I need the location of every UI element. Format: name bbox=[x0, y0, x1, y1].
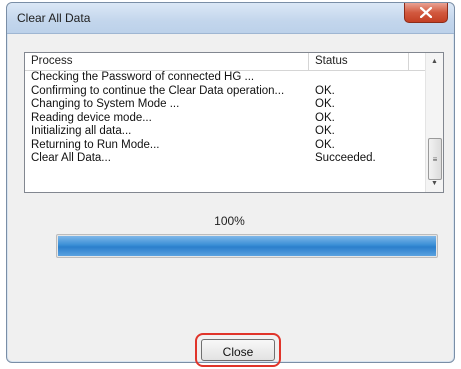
progress-bar bbox=[56, 234, 438, 258]
row-status: OK. bbox=[315, 125, 335, 137]
row-process: Confirming to continue the Clear Data op… bbox=[31, 84, 285, 97]
list-row: Checking the Password of connected HG ..… bbox=[25, 71, 426, 85]
row-process: Checking the Password of connected HG ..… bbox=[31, 71, 255, 83]
window-close-button[interactable] bbox=[404, 3, 448, 23]
row-status: OK. bbox=[315, 98, 335, 110]
row-process: Reading device mode... bbox=[31, 111, 152, 124]
scroll-up-arrow-icon[interactable]: ▲ bbox=[426, 53, 443, 70]
row-process: Changing to System Mode ... bbox=[31, 98, 180, 110]
dialog-content: Process Status Checking the Password of … bbox=[13, 36, 446, 367]
title-bar[interactable]: Clear All Data bbox=[7, 3, 454, 34]
dialog-window: Clear All Data Process Status Checking t… bbox=[6, 2, 455, 367]
list-rows: Checking the Password of connected HG ..… bbox=[25, 71, 426, 166]
row-status: Succeeded. bbox=[315, 152, 376, 164]
list-header: Process Status bbox=[25, 53, 426, 71]
row-process: Clear All Data... bbox=[31, 152, 111, 164]
list-row: Initializing all data... OK. bbox=[25, 125, 426, 139]
column-header-process[interactable]: Process bbox=[25, 53, 309, 70]
list-row: Reading device mode... OK. bbox=[25, 112, 426, 126]
progress-bar-fill bbox=[58, 236, 436, 256]
list-row: Confirming to continue the Clear Data op… bbox=[25, 85, 426, 99]
row-status: OK. bbox=[315, 138, 335, 151]
list-row: Changing to System Mode ... OK. bbox=[25, 98, 426, 112]
row-process: Initializing all data... bbox=[31, 125, 132, 137]
close-icon bbox=[420, 7, 432, 18]
scrollbar-thumb[interactable]: ≡ bbox=[428, 138, 442, 180]
vertical-scrollbar[interactable]: ▲ ≡ ▼ bbox=[425, 53, 443, 192]
row-process: Returning to Run Mode... bbox=[31, 138, 160, 151]
row-status: OK. bbox=[315, 111, 335, 124]
list-row: Returning to Run Mode... OK. bbox=[25, 139, 426, 153]
progress-percent-label: 100% bbox=[214, 214, 245, 228]
column-header-status[interactable]: Status bbox=[309, 53, 409, 70]
process-list[interactable]: Process Status Checking the Password of … bbox=[24, 52, 444, 193]
row-status: OK. bbox=[315, 84, 335, 97]
window-title: Clear All Data bbox=[17, 11, 91, 25]
close-button[interactable]: Close bbox=[201, 339, 275, 361]
list-row: Clear All Data... Succeeded. bbox=[25, 152, 426, 166]
scroll-down-arrow-icon[interactable]: ▼ bbox=[426, 175, 443, 192]
